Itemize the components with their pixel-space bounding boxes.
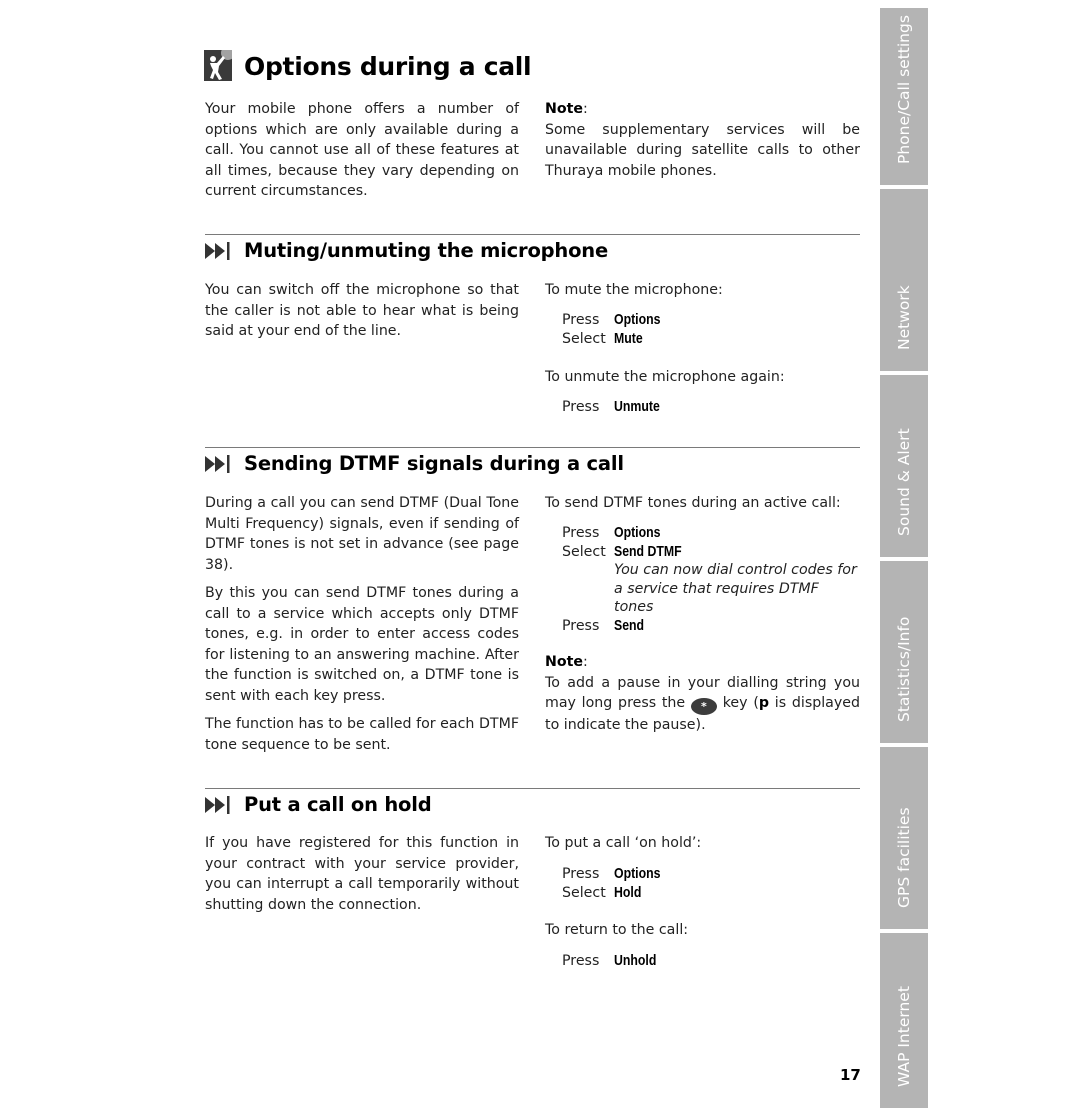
side-tab-label: GPS facilities [895,807,913,908]
procedure-intro: To put a call ‘on hold’: [545,835,702,851]
note-text: key ( [722,695,759,711]
softkey-send: Send [614,616,645,634]
section-title: Muting/unmuting the microphone [244,239,608,262]
step: Press Options [562,311,671,330]
softkey-mute: Mute [614,329,643,347]
step-verb: Select [562,330,606,347]
step: Press Unhold [562,952,666,971]
softkey-hold: Hold [614,883,642,901]
softkey-options: Options [614,311,661,328]
softkey-options: Options [614,524,661,541]
intro-paragraph: Your mobile phone offers a number of opt… [205,101,519,199]
step: Press Send [562,617,860,636]
step: Press Options [562,524,860,543]
procedure-steps: Press Options Select Send DTMF You can now… [562,524,860,635]
page-number: 17 [840,1066,861,1084]
section-heading-dtmf: Sending DTMF signals during a call [205,452,624,475]
section-divider [205,234,860,235]
side-tab-sound-alert[interactable]: Sound & Alert [880,375,928,557]
fast-forward-end-icon [205,795,230,814]
side-tab-statistics-info[interactable]: Statistics/Info [880,561,928,743]
softkey-unhold: Unhold [614,952,657,969]
section-body: The function has to be called for each D… [205,716,519,753]
step-verb: Press [562,866,600,882]
side-tab-gps-facilities[interactable]: GPS facilities [880,747,928,929]
side-tab-network[interactable]: Network [880,189,928,371]
procedure-intro: To return to the call: [545,922,689,938]
star-key-icon: * [690,698,717,715]
softkey-options: Options [614,865,661,882]
step-verb: Press [562,312,600,328]
step-verb: Select [562,884,606,901]
softkey-unmute: Unmute [614,398,660,415]
section-heading-muting: Muting/unmuting the microphone [205,239,608,262]
procedure-steps: Press Unmute [562,398,670,417]
fast-forward-end-icon [205,241,230,260]
section-heading-hold: Put a call on hold [205,793,432,816]
side-tab-label: WAP Internet [895,986,913,1087]
section-title: Put a call on hold [244,793,432,816]
section-body: You can switch off the microphone so tha… [205,282,519,339]
fast-forward-end-icon [205,454,230,473]
note-text: Some supplementary services will be unav… [545,121,860,179]
section-title: Sending DTMF signals during a call [244,452,624,475]
side-tab-label: Network [895,285,913,350]
step: Select Mute [562,330,671,349]
step-verb: Select [562,543,606,560]
side-tab-wap-internet[interactable]: WAP Internet [880,933,928,1108]
section-body: If you have registered for this function… [205,835,519,913]
step: Press Unmute [562,398,670,417]
procedure-steps: Press Options Select Mute [562,311,671,348]
step-verb: Press [562,525,600,541]
pause-symbol: p [758,695,770,711]
page-title: Options during a call [244,52,532,81]
section-body: By this you can send DTMF tones during a… [205,585,519,704]
section-divider [205,788,860,789]
procedure-intro: To unmute the microphone again: [545,369,785,385]
section-divider [205,447,860,448]
step-verb: Press [562,617,600,634]
side-tab-phone-call-settings[interactable]: Phone/Call settings [880,8,928,185]
procedure-intro: To send DTMF tones during an active call… [545,495,841,511]
procedure-intro: To mute the microphone: [545,282,723,298]
intro-note: Note: Some supplementary services will b… [545,101,860,179]
softkey-send-dtmf: Send DTMF [614,542,682,560]
person-waving-icon [204,50,232,81]
note-label: Note [545,654,584,670]
side-tab-label: Phone/Call settings [895,15,913,164]
step-note: You can now dial control codes for a ser… [614,562,857,615]
note-label: Note [545,101,584,117]
step-verb: Press [562,953,600,969]
step: Select Hold [562,884,671,903]
side-tab-label: Sound & Alert [895,428,913,536]
step: Press Options [562,865,671,884]
procedure-steps: Press Options Select Hold [562,865,671,902]
section-body: During a call you can send DTMF (Dual To… [205,495,519,573]
procedure-steps: Press Unhold [562,952,666,971]
dtmf-note: Note: To add a pause in your dialling st… [545,654,861,733]
side-tab-label: Statistics/Info [895,616,913,722]
step-verb: Press [562,399,600,415]
step: Select Send DTMF [562,543,860,562]
